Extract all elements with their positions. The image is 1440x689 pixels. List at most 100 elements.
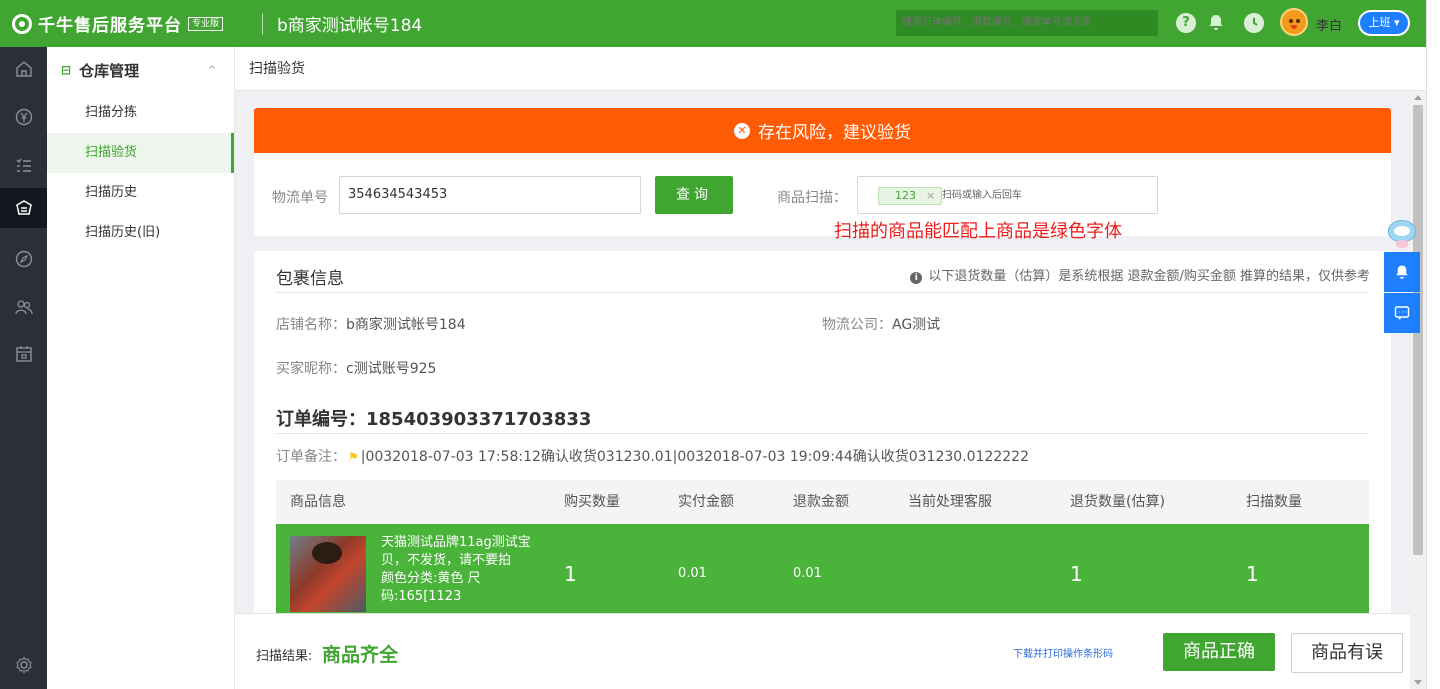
yen-icon[interactable] — [0, 97, 47, 137]
shop-name: 店铺名称：b商家测试帐号184 — [276, 314, 466, 334]
scan-card: ✕ 存在风险，建议验货 物流单号 354634543453 查询 商品扫描： 1… — [254, 108, 1391, 236]
edition-badge: 专业版 — [188, 16, 224, 31]
warehouse-small-icon: ⊟ — [61, 63, 72, 77]
scroll-down-icon[interactable] — [1414, 680, 1422, 685]
clock-icon[interactable] — [1244, 13, 1264, 33]
info-icon: i — [910, 272, 923, 284]
scan-placeholder: 扫码或输入后回车 — [942, 190, 1022, 201]
col-agent: 当前处理客服 — [908, 494, 992, 510]
subnav-item-scan-sort[interactable]: 扫描分拣 — [47, 93, 234, 133]
estimate-note-text: 以下退货数量（估算）是系统根据 退款金额/购买金额 推算的结果，仅供参考 — [928, 269, 1370, 284]
order-number: 订单编号：185403903371703833 — [276, 409, 592, 430]
cell-return-qty: 1 — [1070, 562, 1083, 586]
brand-name: 千牛售后服务平台 — [38, 16, 182, 36]
col-product-info: 商品信息 — [290, 494, 346, 510]
calendar-icon[interactable] — [0, 334, 47, 374]
remark-label: 订单备注： — [276, 449, 346, 465]
subnav-item-label: 扫描验货 — [85, 145, 138, 160]
home-icon[interactable] — [0, 49, 47, 89]
brand-logo-icon — [12, 13, 32, 34]
chevron-up-icon: ^ — [207, 64, 216, 76]
logistics-company: 物流公司：AG测试 — [822, 314, 940, 334]
shop-title: b商家测试帐号184 — [277, 16, 423, 36]
work-status-label: 上班 — [1368, 16, 1391, 29]
subnav-item-scan-history-old[interactable]: 扫描历史(旧) — [47, 213, 234, 253]
buyer-label: 买家昵称： — [276, 361, 346, 377]
product-sku: 颜色分类:黄色 尺码:165[1123 — [381, 571, 481, 604]
tag-close-icon[interactable]: × — [926, 189, 935, 202]
users-icon[interactable] — [0, 287, 47, 327]
list-icon[interactable] — [0, 145, 47, 185]
col-refund: 退款金额 — [793, 494, 849, 510]
scan-result-label: 扫描结果: — [256, 649, 313, 664]
package-title: 包裹信息 — [276, 269, 344, 289]
help-icon[interactable]: ? — [1176, 13, 1196, 33]
sub-nav: ⊟ 仓库管理 ^ 扫描分拣 扫描验货 扫描历史 扫描历史(旧) — [47, 47, 235, 689]
cell-refund: 0.01 — [793, 566, 822, 581]
risk-banner: ✕ 存在风险，建议验货 — [254, 108, 1391, 153]
mascot-face — [1394, 226, 1410, 236]
tracking-input[interactable]: 354634543453 — [339, 176, 641, 214]
compass-icon[interactable] — [0, 239, 47, 279]
package-card: 包裹信息 i 以下退货数量（估算）是系统根据 退款金额/购买金额 推算的结果，仅供… — [254, 251, 1391, 613]
product-title: 天猫测试品牌11ag测试宝贝，不发货，请不要拍 — [381, 535, 531, 568]
scan-input[interactable]: 123 × 扫码或输入后回车 — [857, 176, 1158, 214]
global-search-input[interactable] — [896, 10, 1158, 36]
tracking-label: 物流单号 — [272, 190, 328, 206]
cell-scan-qty: 1 — [1246, 562, 1259, 586]
logistics-label: 物流公司： — [822, 317, 892, 333]
notification-bell-icon[interactable] — [1384, 252, 1420, 292]
product-name[interactable]: 天猫测试品牌11ag测试宝贝，不发货，请不要拍 颜色分类:黄色 尺码:165[11… — [381, 534, 556, 606]
query-button[interactable]: 查询 — [655, 176, 733, 214]
table-header: 商品信息 购买数量 实付金额 退款金额 当前处理客服 退货数量(估算) 扫描数量 — [276, 480, 1369, 524]
bell-icon[interactable] — [1206, 13, 1226, 33]
user-name[interactable]: 李白 — [1316, 15, 1342, 34]
settings-icon[interactable] — [0, 645, 47, 685]
shop-name-label: 店铺名称： — [276, 317, 346, 333]
table-row[interactable]: 天猫测试品牌11ag测试宝贝，不发货，请不要拍 颜色分类:黄色 尺码:165[11… — [276, 524, 1369, 613]
match-annotation: 扫描的商品能匹配上商品是绿色字体 — [834, 221, 1122, 242]
vertical-scrollbar[interactable] — [1410, 91, 1426, 689]
col-paid: 实付金额 — [678, 494, 734, 510]
chat-icon[interactable] — [1384, 293, 1420, 333]
flag-icon: ⚑ — [348, 450, 359, 464]
goods-error-button[interactable]: 商品有误 — [1291, 633, 1403, 673]
assistant-mascot-icon[interactable] — [1384, 218, 1420, 248]
cell-buy-qty: 1 — [564, 562, 577, 586]
header-divider — [262, 12, 263, 35]
buyer-nickname: 买家昵称：c测试账号925 — [276, 358, 436, 378]
divider — [276, 433, 1369, 434]
main-content: ✕ 存在风险，建议验货 物流单号 354634543453 查询 商品扫描： 1… — [235, 91, 1410, 613]
product-thumbnail[interactable] — [290, 536, 366, 612]
bottom-action-bar: 扫描结果: 商品齐全 下载并打印操作条形码 商品正确 商品有误 — [235, 613, 1410, 689]
work-status-button[interactable]: 上班 ▾ — [1358, 10, 1410, 36]
warehouse-icon[interactable] — [0, 188, 47, 228]
scan-tag[interactable]: 123 × — [878, 187, 943, 205]
divider — [276, 292, 1369, 293]
breadcrumb: 扫描验货 — [235, 47, 1426, 91]
subnav-item-scan-history[interactable]: 扫描历史 — [47, 173, 234, 213]
estimate-note: i 以下退货数量（估算）是系统根据 退款金额/购买金额 推算的结果，仅供参考 — [910, 265, 1370, 284]
risk-text: 存在风险，建议验货 — [758, 123, 911, 143]
remark-value: |0032018-07-03 17:58:12确认收货031230.01|003… — [360, 449, 1029, 465]
scan-label: 商品扫描： — [777, 190, 847, 206]
brand[interactable]: 千牛售后服务平台 专业版 — [0, 11, 262, 36]
download-barcode-link[interactable]: 下载并打印操作条形码 — [1013, 645, 1113, 660]
subnav-item-label: 扫描分拣 — [85, 105, 138, 120]
shop-name-value: b商家测试帐号184 — [346, 317, 466, 333]
avatar[interactable] — [1280, 8, 1308, 36]
goods-correct-button[interactable]: 商品正确 — [1163, 633, 1275, 671]
scan-tag-text: 123 — [895, 189, 916, 202]
subnav-item-scan-inspect[interactable]: 扫描验货 — [47, 133, 234, 173]
col-buy-qty: 购买数量 — [564, 494, 620, 510]
subnav-item-label: 扫描历史(旧) — [85, 225, 161, 240]
subnav-item-label: 扫描历史 — [85, 185, 138, 200]
scroll-up-icon[interactable] — [1414, 95, 1422, 100]
logistics-value: AG测试 — [892, 317, 941, 333]
order-remark: 订单备注： ⚑ |0032018-07-03 17:58:12确认收货031230.… — [276, 446, 1029, 466]
section-title: 仓库管理 — [79, 61, 140, 80]
col-return-qty: 退货数量(估算) — [1070, 494, 1165, 510]
window-edge — [1426, 0, 1440, 689]
warehouse-section-header[interactable]: ⊟ 仓库管理 ^ — [47, 47, 234, 93]
left-rail — [0, 47, 47, 689]
